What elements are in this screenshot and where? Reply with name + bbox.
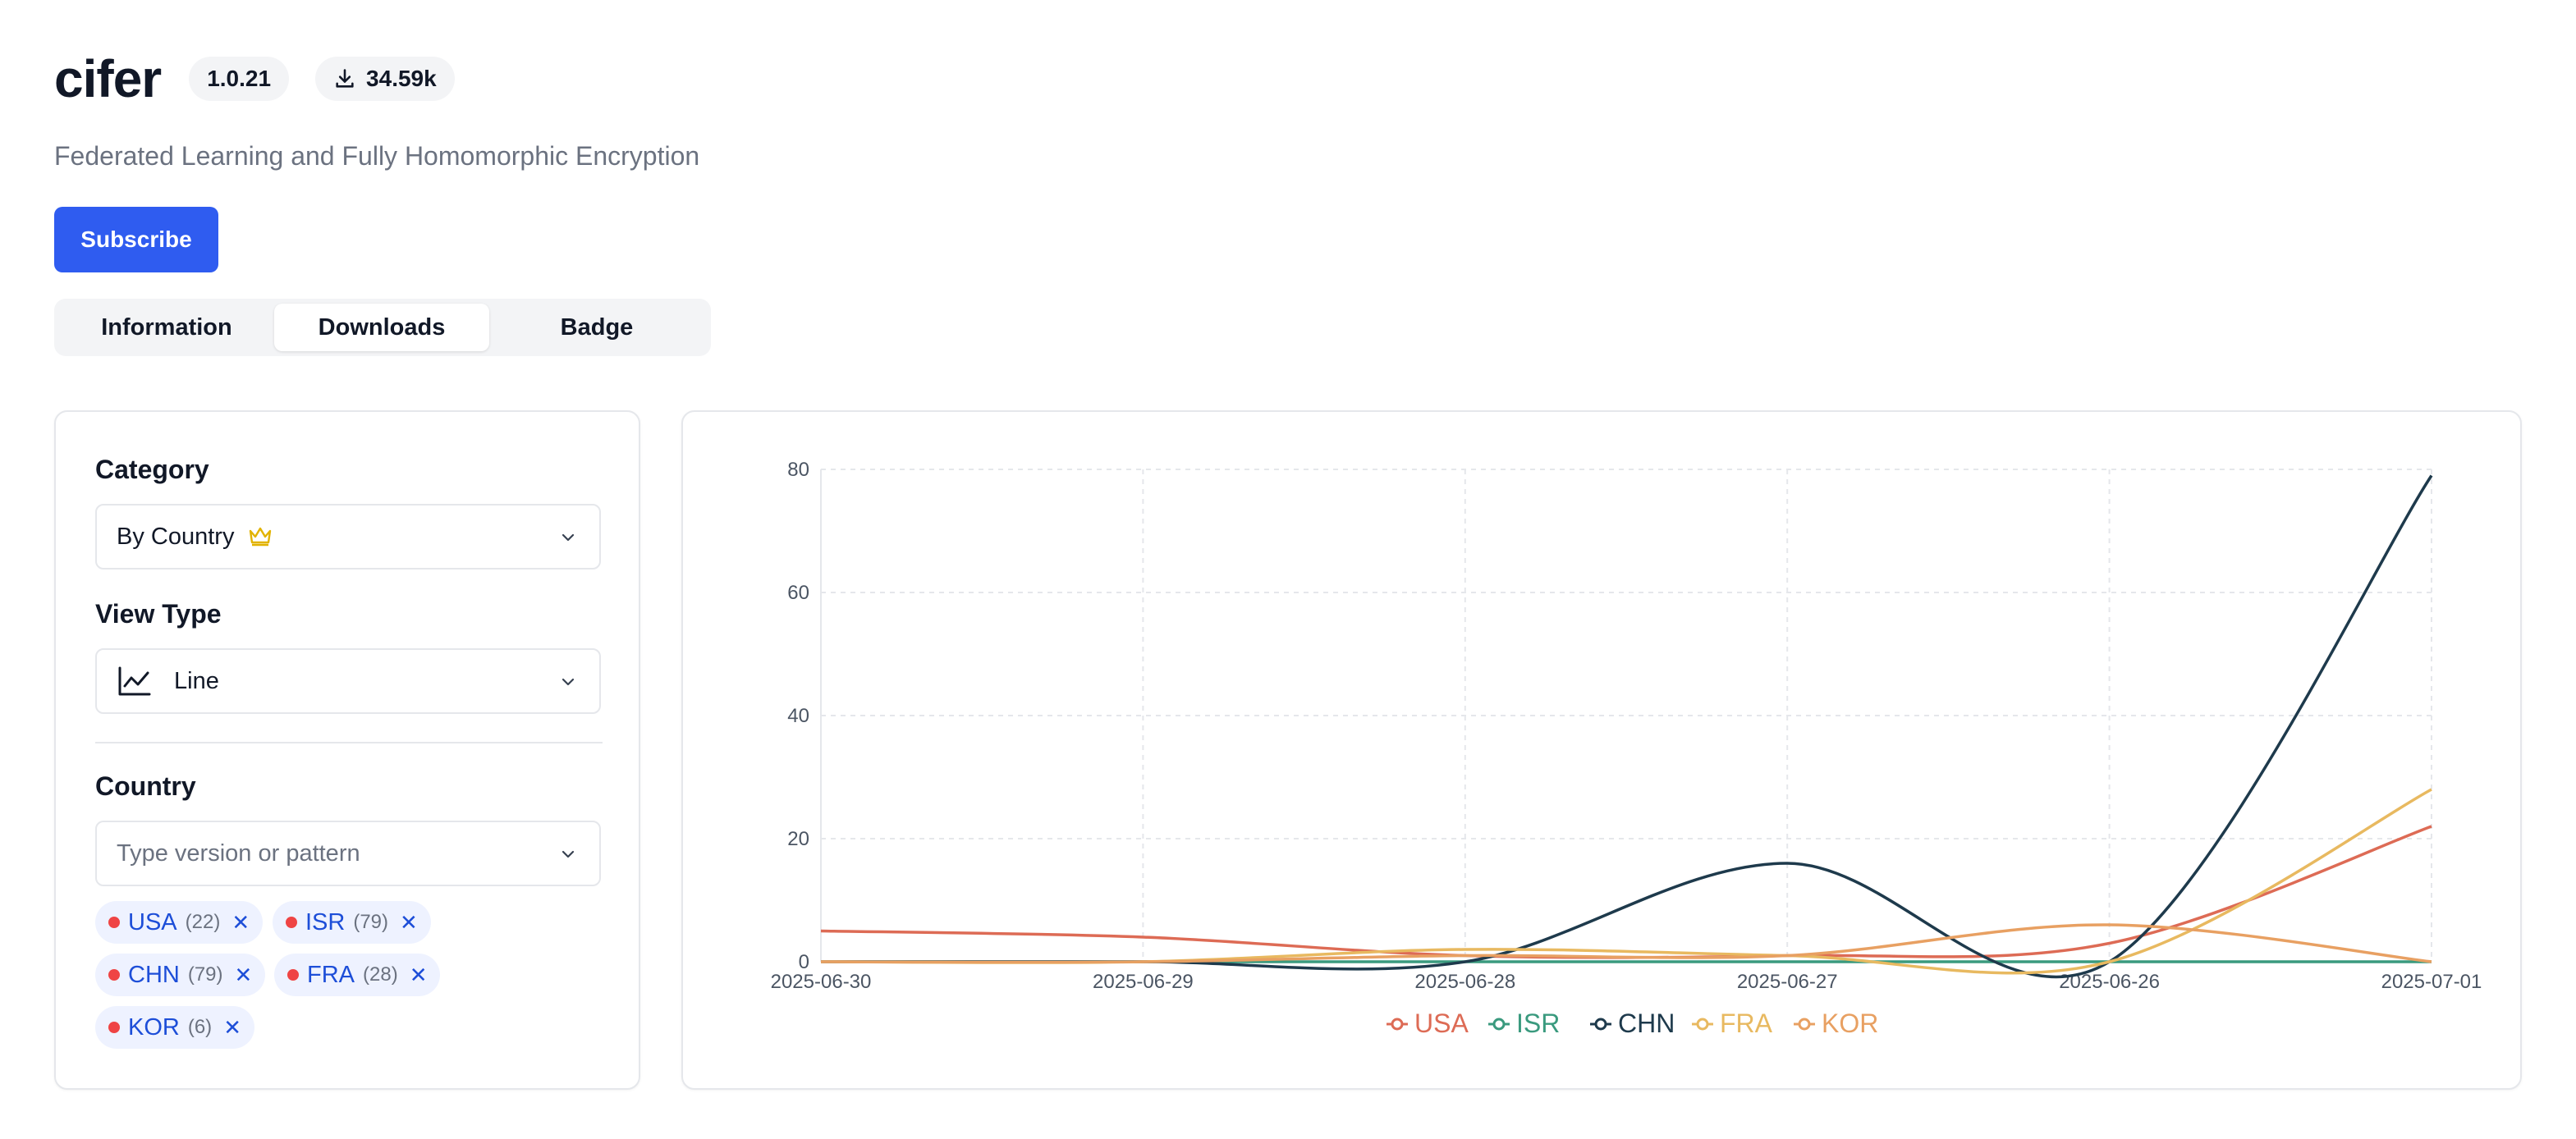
legend-marker-icon bbox=[1391, 1018, 1404, 1031]
chevron-down-icon bbox=[561, 850, 575, 858]
legend-item-fra: FRA bbox=[1692, 1009, 1773, 1038]
legend-marker-icon bbox=[1492, 1018, 1506, 1031]
package-description: Federated Learning and Fully Homomorphic… bbox=[54, 141, 700, 171]
legend-item-kor: KOR bbox=[1794, 1009, 1878, 1038]
view-type-value: Line bbox=[174, 667, 219, 694]
x-tick-label: 2025-06-27 bbox=[1737, 971, 1838, 993]
filter-panel: Category By Country View Type Line Count… bbox=[54, 410, 640, 1090]
status-dot bbox=[286, 917, 297, 928]
remove-chip-icon[interactable]: ✕ bbox=[400, 910, 418, 935]
chip-count: (79) bbox=[353, 911, 389, 933]
chip-code: CHN bbox=[128, 961, 180, 988]
tab-downloads[interactable]: Downloads bbox=[274, 304, 489, 351]
category-label: Category bbox=[95, 455, 209, 484]
tab-bar: Information Downloads Badge bbox=[54, 299, 711, 356]
status-dot bbox=[108, 917, 120, 928]
category-value: By Country bbox=[117, 523, 235, 550]
legend-item-isr: ISR bbox=[1488, 1009, 1560, 1038]
legend-marker-icon bbox=[1594, 1018, 1607, 1031]
version-label: 1.0.21 bbox=[207, 66, 272, 91]
package-name: cifer bbox=[54, 49, 162, 108]
y-tick-label: 0 bbox=[799, 951, 809, 973]
chip-code: ISR bbox=[305, 908, 346, 935]
remove-chip-icon[interactable]: ✕ bbox=[231, 910, 250, 935]
subscribe-button[interactable]: Subscribe bbox=[54, 207, 218, 272]
chip-count: (28) bbox=[363, 963, 398, 986]
y-tick-label: 60 bbox=[787, 582, 809, 604]
status-dot bbox=[108, 969, 120, 981]
y-tick-label: 20 bbox=[787, 828, 809, 850]
legend-label: USA bbox=[1414, 1009, 1469, 1038]
view-type-select[interactable]: Line bbox=[95, 648, 601, 714]
series-line-chn bbox=[821, 474, 2433, 979]
version-badge: 1.0.21 bbox=[189, 57, 290, 101]
legend-marker-icon bbox=[1798, 1018, 1811, 1031]
remove-chip-icon[interactable]: ✕ bbox=[410, 963, 428, 988]
legend-marker-icon bbox=[1696, 1018, 1709, 1031]
chevron-down-icon bbox=[561, 678, 575, 686]
country-chip-fra: FRA (28) ✕ bbox=[274, 954, 441, 996]
legend-item-chn: CHN bbox=[1590, 1009, 1675, 1038]
series-line-kor bbox=[820, 923, 2432, 964]
legend-label: KOR bbox=[1822, 1009, 1878, 1038]
tab-badge[interactable]: Badge bbox=[489, 304, 704, 351]
y-tick-label: 80 bbox=[787, 459, 809, 481]
downloads-chart-card: 0 20 40 60 80 2025-06-30 2025-06-29 2025-06-28 2… bbox=[681, 410, 2522, 1090]
tab-information[interactable]: Information bbox=[59, 304, 274, 351]
legend-item-usa: USA bbox=[1387, 1009, 1469, 1038]
legend-label: FRA bbox=[1720, 1009, 1773, 1038]
country-chip-chn: CHN (79) ✕ bbox=[95, 954, 266, 996]
remove-chip-icon[interactable]: ✕ bbox=[223, 1015, 241, 1041]
chip-code: USA bbox=[128, 908, 177, 935]
chip-code: KOR bbox=[128, 1013, 180, 1041]
chip-code: FRA bbox=[307, 961, 355, 988]
country-input[interactable]: Type version or pattern bbox=[95, 821, 601, 886]
view-type-label: View Type bbox=[95, 599, 222, 629]
country-placeholder: Type version or pattern bbox=[117, 839, 360, 867]
country-chip-isr: ISR (79) ✕ bbox=[273, 901, 431, 944]
country-chip-kor: KOR (6) ✕ bbox=[95, 1006, 254, 1049]
y-tick-label: 40 bbox=[787, 705, 809, 727]
chip-count: (6) bbox=[187, 1016, 213, 1038]
country-chip-usa: USA (22) ✕ bbox=[95, 901, 264, 944]
x-tick-label: 2025-07-01 bbox=[2381, 971, 2482, 993]
chip-count: (22) bbox=[185, 911, 221, 933]
chevron-down-icon bbox=[561, 533, 575, 542]
line-chart-icon bbox=[118, 666, 151, 696]
download-icon bbox=[336, 69, 354, 88]
chip-count: (79) bbox=[187, 963, 223, 986]
remove-chip-icon[interactable]: ✕ bbox=[235, 963, 253, 988]
country-label: Country bbox=[95, 771, 196, 801]
x-tick-label: 2025-06-28 bbox=[1414, 971, 1515, 993]
package-header: cifer 1.0.21 34.59k bbox=[54, 49, 455, 108]
legend-label: ISR bbox=[1516, 1009, 1560, 1038]
series-line-usa bbox=[820, 825, 2432, 959]
status-dot bbox=[287, 969, 299, 981]
x-tick-label: 2025-06-29 bbox=[1093, 971, 1194, 993]
category-select[interactable]: By Country bbox=[95, 504, 601, 570]
downloads-line-chart: 0 20 40 60 80 2025-06-30 2025-06-29 2025-06-28 2… bbox=[771, 459, 2482, 1038]
crown-icon bbox=[250, 527, 272, 547]
status-dot bbox=[108, 1022, 120, 1033]
downloads-count: 34.59k bbox=[366, 66, 437, 91]
x-tick-label: 2025-06-30 bbox=[771, 971, 872, 993]
legend-label: CHN bbox=[1618, 1009, 1675, 1038]
panel-divider bbox=[95, 742, 603, 743]
downloads-badge: 34.59k bbox=[315, 57, 455, 101]
